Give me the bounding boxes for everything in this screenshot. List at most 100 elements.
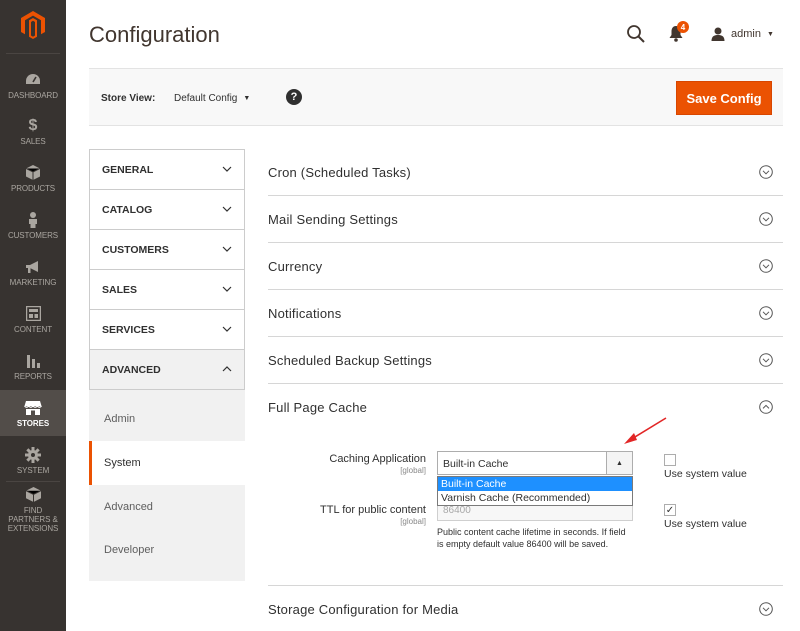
person-icon (27, 211, 39, 229)
expand-circle-icon (759, 165, 773, 179)
subtab-advanced[interactable]: Advanced (89, 485, 245, 529)
tab-general[interactable]: GENERAL (89, 150, 245, 190)
subtab-admin[interactable]: Admin (89, 397, 245, 441)
nav-marketing[interactable]: MARKETING (0, 249, 66, 295)
dollar-icon: $ (28, 116, 38, 134)
use-system-value-checkbox[interactable] (664, 454, 676, 466)
expand-circle-icon (759, 602, 773, 616)
tab-advanced[interactable]: ADVANCED (89, 350, 245, 390)
nav-divider (6, 481, 60, 482)
save-config-button[interactable]: Save Config (676, 81, 772, 115)
section-scheduled-backup[interactable]: Scheduled Backup Settings (268, 337, 783, 384)
nav-reports[interactable]: REPORTS (0, 343, 66, 389)
nav-label: SALES (20, 136, 46, 146)
use-system-value-label: Use system value (664, 518, 747, 530)
nav-label: STORES (16, 418, 50, 428)
subtab-label: System (104, 457, 141, 469)
subtab-label: Admin (104, 413, 136, 425)
expand-circle-icon (759, 353, 773, 367)
subtab-label: Developer (104, 544, 155, 556)
caching-application-options: Built-in Cache Varnish Cache (Recommende… (437, 476, 633, 506)
nav-label: PRODUCTS (10, 183, 56, 193)
store-view-label: Store View: (101, 93, 156, 104)
section-title: Scheduled Backup Settings (268, 353, 432, 368)
caching-application-label: Caching Application (329, 453, 426, 465)
nav-label: REPORTS (14, 371, 52, 381)
chevron-down-icon: ▼ (243, 95, 251, 102)
tab-customers[interactable]: CUSTOMERS (89, 230, 245, 270)
nav-content[interactable]: CONTENT (0, 296, 66, 342)
collapse-circle-icon (759, 400, 773, 414)
subtab-developer[interactable]: Developer (89, 528, 245, 572)
tab-label: CUSTOMERS (102, 244, 169, 256)
nav-find-partners[interactable]: FIND PARTNERS & EXTENSIONS (0, 484, 66, 534)
ttl-label: TTL for public content (320, 504, 426, 516)
search-icon[interactable] (626, 24, 646, 44)
user-menu[interactable]: admin ▼ (711, 24, 774, 44)
annotation-arrow-icon (624, 417, 667, 444)
store-view-value: Default Config (174, 93, 238, 104)
chevron-down-icon (222, 326, 232, 332)
nav-system[interactable]: SYSTEM (0, 437, 66, 483)
option-varnish-cache[interactable]: Varnish Cache (Recommended) (438, 491, 632, 505)
section-mail-sending[interactable]: Mail Sending Settings (268, 196, 783, 243)
page-title: Configuration (89, 22, 220, 47)
section-notifications[interactable]: Notifications (268, 290, 783, 337)
nav-label: CUSTOMERS (7, 230, 59, 240)
nav-dashboard[interactable]: DASHBOARD (0, 62, 66, 108)
section-title: Cron (Scheduled Tasks) (268, 165, 411, 180)
nav-stores[interactable]: STORES (0, 390, 66, 436)
subtab-label: Advanced (104, 501, 153, 513)
nav-label: DASHBOARD (8, 90, 58, 100)
nav-customers[interactable]: CUSTOMERS (0, 202, 66, 248)
expand-circle-icon (759, 259, 773, 273)
caching-application-select[interactable]: Built-in Cache ▲ (437, 451, 633, 475)
section-title: Mail Sending Settings (268, 212, 398, 227)
nav-divider (6, 53, 60, 54)
user-name: admin (731, 28, 761, 40)
section-currency[interactable]: Currency (268, 243, 783, 290)
tab-label: SALES (102, 284, 138, 296)
admin-sidebar: DASHBOARD $ SALES PRODUCTS CUSTOMERS MAR… (0, 0, 66, 631)
chevron-up-icon (222, 366, 232, 372)
ttl-note: Public content cache lifetime in seconds… (437, 527, 626, 549)
layout-icon (25, 305, 41, 323)
chevron-down-icon (222, 286, 232, 292)
tab-label: GENERAL (102, 164, 154, 176)
use-system-value-label: Use system value (664, 468, 747, 480)
bar-chart-icon (26, 352, 41, 370)
store-view-switcher[interactable]: Default Config ▼ (174, 93, 250, 104)
chevron-down-icon (222, 166, 232, 172)
box-icon (25, 486, 41, 504)
megaphone-icon (25, 258, 41, 276)
cube-icon (26, 164, 40, 182)
nav-label: MARKETING (9, 277, 57, 287)
expand-circle-icon (759, 306, 773, 320)
chevron-up-icon[interactable]: ▲ (606, 452, 632, 474)
tab-label: ADVANCED (102, 364, 161, 376)
magento-logo-icon[interactable] (0, 0, 66, 50)
option-built-in-cache[interactable]: Built-in Cache (438, 477, 632, 491)
section-cron[interactable]: Cron (Scheduled Tasks) (268, 149, 783, 196)
subtab-system[interactable]: System (89, 441, 245, 485)
notifications-button[interactable]: 4 (668, 21, 689, 43)
section-title: Full Page Cache (268, 400, 368, 415)
tab-sales[interactable]: SALES (89, 270, 245, 310)
help-icon[interactable]: ? (286, 89, 302, 105)
gear-icon (25, 446, 41, 464)
tab-label: CATALOG (102, 204, 153, 216)
tab-catalog[interactable]: CATALOG (89, 190, 245, 230)
use-system-value-checkbox[interactable]: ✓ (664, 504, 676, 516)
expand-circle-icon (759, 212, 773, 226)
tab-services[interactable]: SERVICES (89, 310, 245, 350)
chevron-down-icon (222, 206, 232, 212)
chevron-down-icon (222, 246, 232, 252)
scope-label: [global] (400, 517, 426, 526)
nav-sales[interactable]: $ SALES (0, 108, 66, 154)
section-title: Storage Configuration for Media (268, 602, 459, 617)
scope-label: [global] (400, 466, 426, 475)
section-storage-media[interactable]: Storage Configuration for Media (268, 586, 783, 631)
section-title: Currency (268, 259, 323, 274)
nav-products[interactable]: PRODUCTS (0, 155, 66, 201)
nav-label: FIND PARTNERS & EXTENSIONS (7, 505, 59, 533)
